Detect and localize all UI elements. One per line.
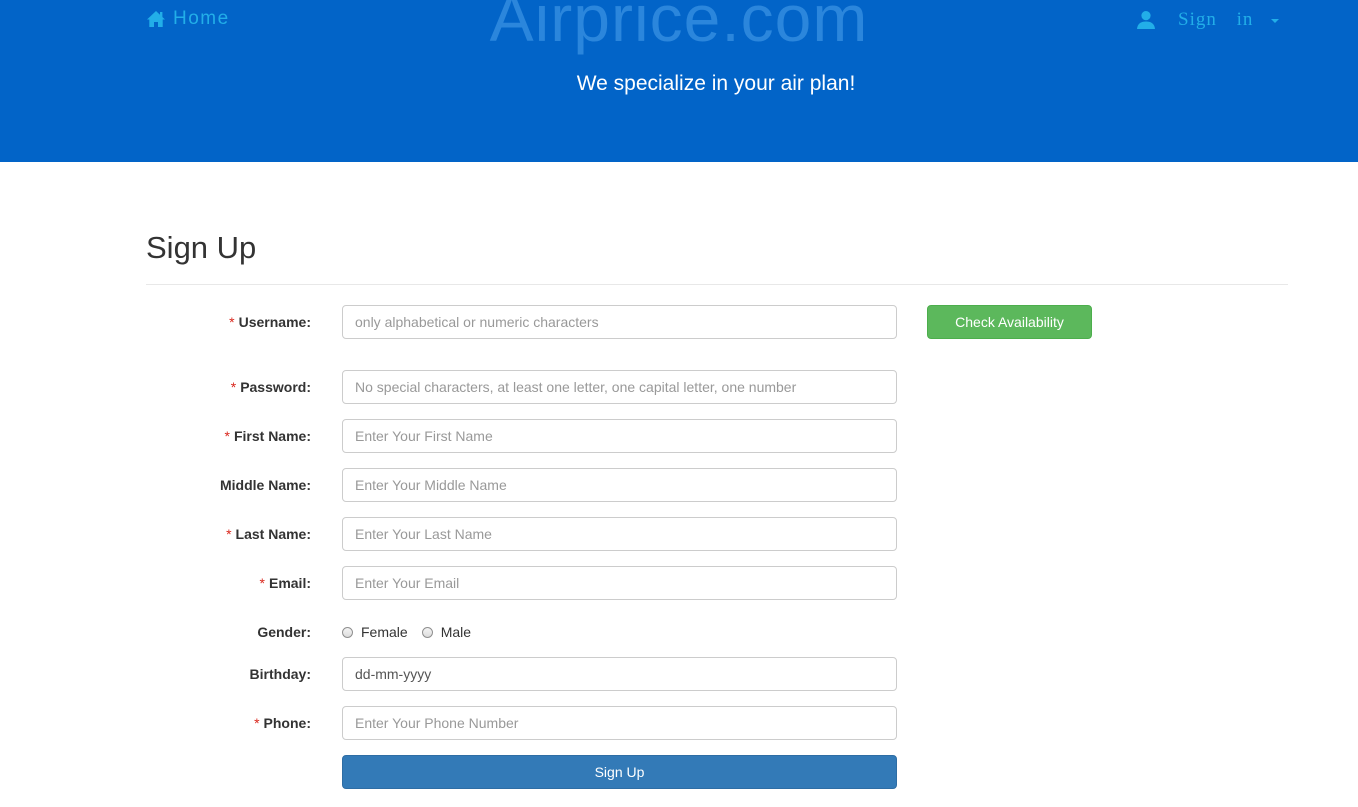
gender-label: Gender: [257,624,311,640]
check-availability-button[interactable]: Check Availability [927,305,1092,339]
first-name-input[interactable] [342,419,897,453]
last-name-label: * Last Name: [226,526,311,542]
phone-row: * Phone: [146,706,1146,740]
username-label: * Username: [229,314,311,330]
password-input[interactable] [342,370,897,404]
user-icon [1137,11,1155,29]
gender-row: Gender: Female Male [146,615,1146,649]
caret-down-icon [1271,19,1280,23]
signin-dropdown[interactable]: Sign in [1136,6,1280,34]
required-marker: * [229,314,235,330]
radio-female[interactable] [342,626,353,638]
gender-option-male[interactable]: Male [421,624,472,640]
first-name-label: * First Name: [224,428,311,444]
required-marker: * [254,715,260,731]
birthday-row: Birthday: [146,657,1146,691]
required-marker: * [224,428,230,444]
submit-row: Sign Up [146,755,1146,789]
username-input[interactable] [342,305,897,339]
header-banner: Home Airprice.com We specialize in your … [0,0,1358,162]
required-marker: * [226,526,232,542]
required-marker: * [230,379,237,395]
radio-male[interactable] [421,626,433,638]
gender-option-female[interactable]: Female [342,624,408,640]
signin-label: Sign in [1178,9,1254,30]
middle-name-row: Middle Name: [146,468,1146,502]
site-tagline: We specialize in your air plan! [576,72,856,95]
middle-name-label: Middle Name: [219,477,311,493]
phone-input[interactable] [342,706,897,740]
birthday-input[interactable] [342,657,897,691]
birthday-label: Birthday: [249,666,311,682]
last-name-row: * Last Name: [146,517,1146,551]
middle-name-input[interactable] [342,468,897,502]
email-input[interactable] [342,566,897,600]
email-row: * Email: [146,566,1146,600]
gender-female-label: Female [361,624,408,640]
username-row: *Username: Check Availability [146,305,1146,339]
email-label: * Email: [259,575,311,591]
phone-label: * Phone: [254,715,311,731]
first-name-row: * First Name: [146,419,1146,453]
gender-radio-group: Female Male [342,615,485,649]
password-row: * Password: [146,370,1146,404]
required-marker: * [259,575,265,591]
sign-up-submit-button[interactable]: Sign Up [342,755,897,789]
title-divider [146,284,1288,285]
page-title: Sign Up [146,230,257,265]
password-label: * Password: [230,379,311,395]
gender-male-label: Male [440,624,472,640]
last-name-input[interactable] [342,517,897,551]
